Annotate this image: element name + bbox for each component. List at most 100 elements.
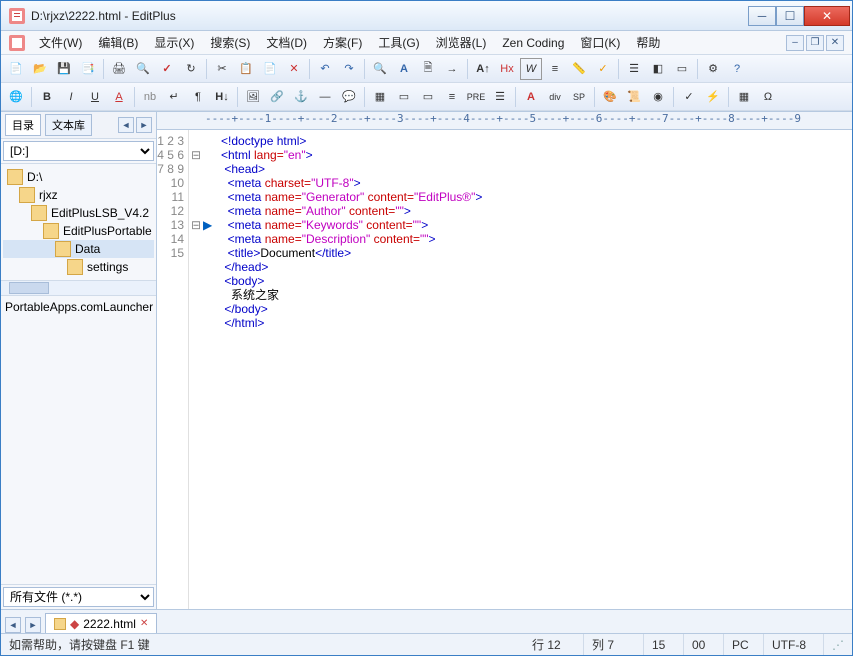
paragraph-icon[interactable]: ¶ — [187, 86, 209, 108]
browser-icon[interactable]: 🌐 — [5, 86, 27, 108]
tab-directory[interactable]: 目录 — [5, 114, 41, 136]
new-file-icon[interactable]: 📄 — [5, 58, 27, 80]
menu-browser[interactable]: 浏览器(L) — [428, 32, 495, 53]
save-icon[interactable]: 💾 — [53, 58, 75, 80]
app-window: D:\rjxz\2222.html - EditPlus ─ ☐ ✕ 文件(W)… — [0, 0, 853, 656]
br-icon[interactable]: ↵ — [163, 86, 185, 108]
menu-document[interactable]: 文档(D) — [258, 32, 315, 53]
menu-zencoding[interactable]: Zen Coding — [494, 34, 572, 52]
directory-icon[interactable]: ◧ — [647, 58, 669, 80]
code-text[interactable]: <!doctype html> <html lang="en"> <head> … — [217, 130, 852, 609]
validate-icon[interactable]: ✓ — [678, 86, 700, 108]
hr-icon[interactable]: — — [314, 86, 336, 108]
color-icon[interactable]: A — [108, 86, 130, 108]
image-icon[interactable]: 🖼 — [242, 86, 264, 108]
mdi-minimize[interactable]: – — [786, 35, 804, 51]
bold-icon[interactable]: B — [36, 86, 58, 108]
goto-icon[interactable]: → — [441, 58, 463, 80]
open-file-icon[interactable]: 📂 — [29, 58, 51, 80]
close-button[interactable]: ✕ — [804, 6, 850, 26]
minimize-button[interactable]: ─ — [748, 6, 776, 26]
tree-item-selected: Data — [3, 240, 154, 258]
menu-tools[interactable]: 工具(G) — [370, 32, 427, 53]
delete-icon[interactable]: ✕ — [283, 58, 305, 80]
link-icon[interactable]: 🔗 — [266, 86, 288, 108]
tree-hscroll[interactable] — [1, 280, 156, 296]
ruler-icon[interactable]: 📏 — [568, 58, 590, 80]
print-preview-icon[interactable]: 🔍 — [132, 58, 154, 80]
underline-icon[interactable]: U — [84, 86, 106, 108]
table-icon[interactable]: ▦ — [369, 86, 391, 108]
print-icon[interactable]: 🖨 — [108, 58, 130, 80]
menu-help[interactable]: 帮助 — [628, 32, 668, 53]
maximize-button[interactable]: ☐ — [776, 6, 804, 26]
css-icon[interactable]: 🎨 — [599, 86, 621, 108]
refresh-icon[interactable]: ↻ — [180, 58, 202, 80]
paste-icon[interactable]: 📄 — [259, 58, 281, 80]
doctab-nav-right[interactable]: ► — [25, 617, 41, 633]
file-filter-select[interactable]: 所有文件 (*.*) — [3, 587, 154, 607]
mdi-restore[interactable]: ❐ — [806, 35, 824, 51]
window-list-icon[interactable]: ☰ — [623, 58, 645, 80]
heading-icon[interactable]: H↓ — [211, 86, 233, 108]
tidy-icon[interactable]: ⚡ — [702, 86, 724, 108]
wordwrap-icon[interactable]: W — [520, 58, 542, 80]
sidebar-nav-right[interactable]: ► — [136, 117, 152, 133]
anchor-icon[interactable]: ⚓ — [290, 86, 312, 108]
copy-icon[interactable]: 📋 — [235, 58, 257, 80]
editor-pane: ----+----1----+----2----+----3----+----4… — [157, 112, 852, 609]
italic-icon[interactable]: I — [60, 86, 82, 108]
menu-search[interactable]: 搜索(S) — [202, 32, 258, 53]
span-icon[interactable]: SP — [568, 86, 590, 108]
find-files-icon[interactable]: 🗎 — [417, 58, 439, 80]
tab-cliptext[interactable]: 文本库 — [45, 114, 92, 136]
spellcheck-icon[interactable]: ✓ — [156, 58, 178, 80]
sidebar-nav-left[interactable]: ◄ — [118, 117, 134, 133]
file-list-item[interactable]: PortableApps.comLauncher — [5, 300, 152, 314]
menu-edit[interactable]: 编辑(B) — [90, 32, 146, 53]
pre-icon[interactable]: PRE — [465, 86, 487, 108]
menu-view[interactable]: 显示(X) — [146, 32, 202, 53]
font-increase-icon[interactable]: A↑ — [472, 58, 494, 80]
input-icon[interactable]: ▭ — [417, 86, 439, 108]
code-area[interactable]: 1 2 3 4 5 6 7 8 9 10 11 12 13 14 15 ⊟ ⊟ … — [157, 130, 852, 609]
mdi-close[interactable]: ✕ — [826, 35, 844, 51]
list-icon[interactable]: ☰ — [489, 86, 511, 108]
comment-icon[interactable]: 💬 — [338, 86, 360, 108]
fold-gutter[interactable]: ⊟ ⊟ — [189, 130, 203, 609]
menu-window[interactable]: 窗口(K) — [572, 32, 628, 53]
object-icon[interactable]: ◉ — [647, 86, 669, 108]
replace-icon[interactable]: A — [393, 58, 415, 80]
help-icon[interactable]: ? — [726, 58, 748, 80]
current-line-indicator: ▶ — [203, 130, 217, 609]
file-icon — [54, 618, 66, 630]
redo-icon[interactable]: ↷ — [338, 58, 360, 80]
titlebar: D:\rjxz\2222.html - EditPlus ─ ☐ ✕ — [1, 1, 852, 31]
drive-select[interactable]: [D:] — [3, 141, 154, 161]
undo-icon[interactable]: ↶ — [314, 58, 336, 80]
status-grip[interactable]: ⋰ — [824, 634, 852, 655]
menu-project[interactable]: 方案(F) — [315, 32, 370, 53]
div-icon[interactable]: div — [544, 86, 566, 108]
center-icon[interactable]: ≡ — [441, 86, 463, 108]
form-icon[interactable]: ▭ — [393, 86, 415, 108]
doctab-nav-left[interactable]: ◄ — [5, 617, 21, 633]
find-icon[interactable]: 🔍 — [369, 58, 391, 80]
check-icon[interactable]: ✓ — [592, 58, 614, 80]
palette-icon[interactable]: ▦ — [733, 86, 755, 108]
settings-icon[interactable]: ⚙ — [702, 58, 724, 80]
menu-file[interactable]: 文件(W) — [31, 32, 90, 53]
linenum-icon[interactable]: ≡ — [544, 58, 566, 80]
save-all-icon[interactable]: 📑 — [77, 58, 99, 80]
hex-icon[interactable]: Hx — [496, 58, 518, 80]
cut-icon[interactable]: ✂ — [211, 58, 233, 80]
folder-tree[interactable]: D:\ rjxz EditPlusLSB_V4.2 EditPlusPortab… — [1, 164, 156, 280]
tab-close-icon[interactable]: ✕ — [140, 618, 148, 629]
font-tag-icon[interactable]: A — [520, 86, 542, 108]
nbsp-icon[interactable]: nb — [139, 86, 161, 108]
file-list[interactable]: PortableApps.comLauncher — [1, 296, 156, 584]
output-icon[interactable]: ▭ — [671, 58, 693, 80]
script-icon[interactable]: 📜 — [623, 86, 645, 108]
document-tab[interactable]: ◆ 2222.html ✕ — [45, 613, 157, 633]
char-icon[interactable]: Ω — [757, 86, 779, 108]
